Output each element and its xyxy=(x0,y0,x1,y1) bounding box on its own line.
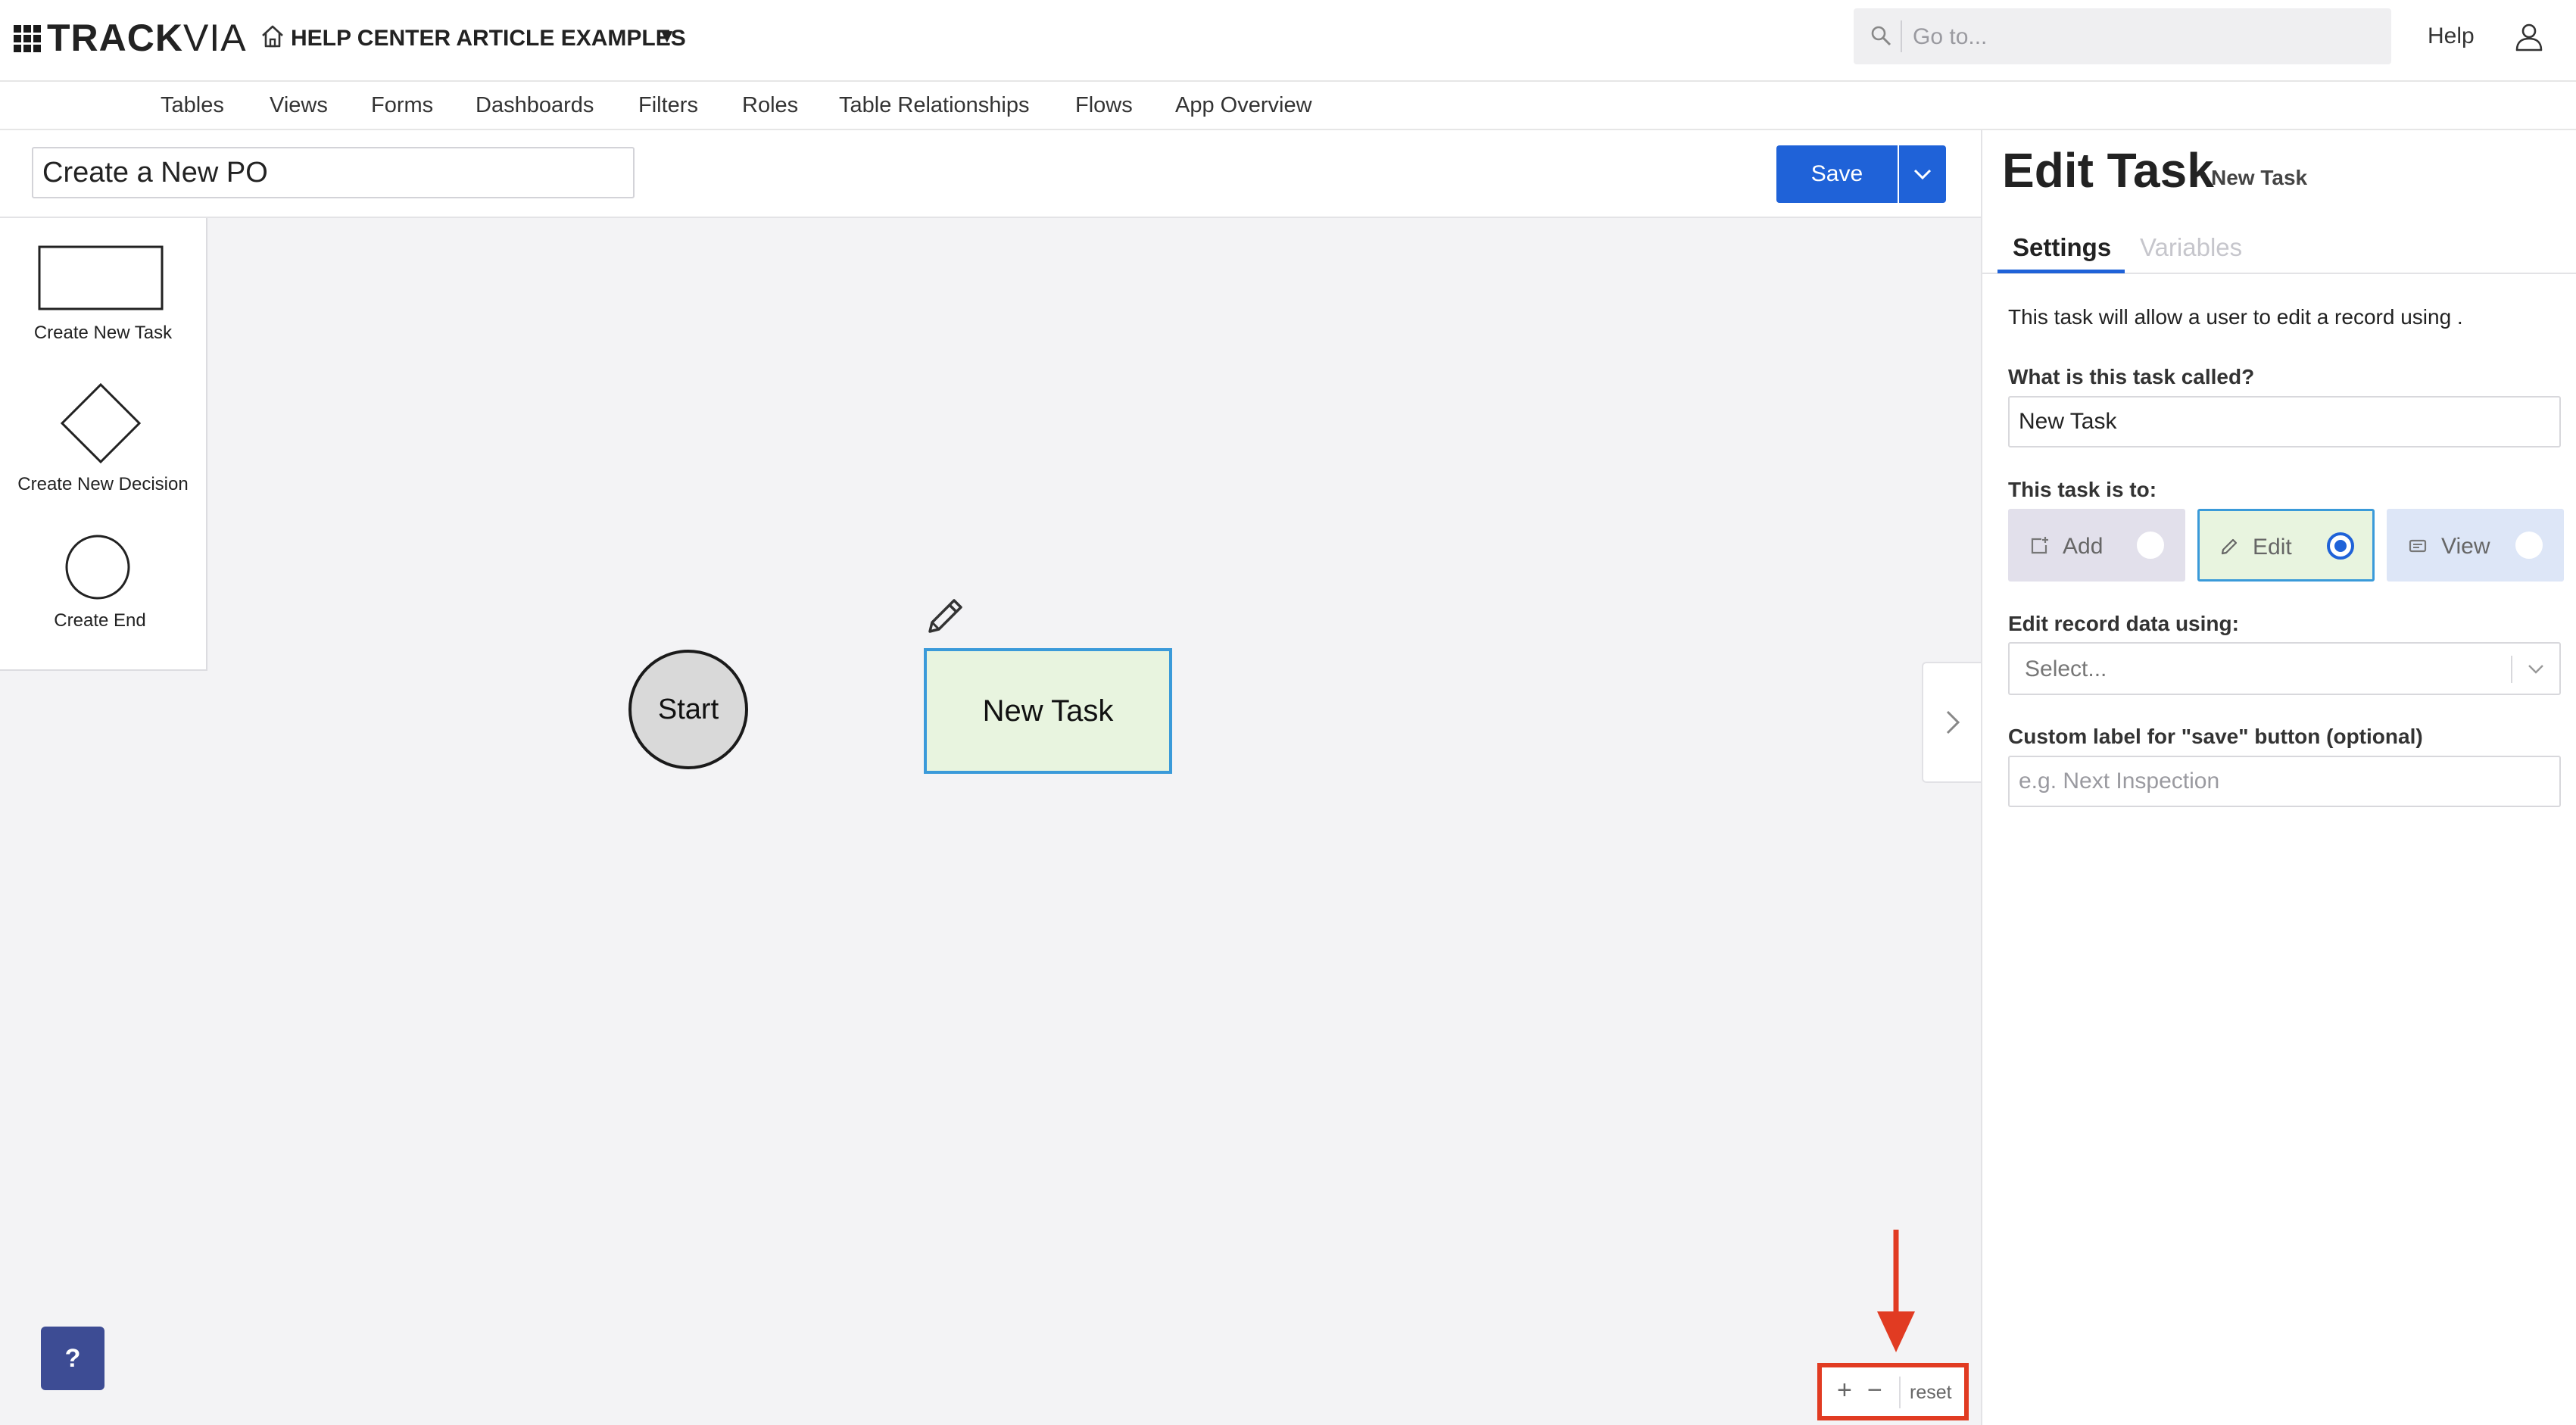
decision-shape-icon[interactable] xyxy=(59,382,142,465)
edit-radio[interactable] xyxy=(2327,532,2354,560)
zoom-in-button[interactable]: + xyxy=(1837,1375,1852,1405)
end-shape-icon[interactable] xyxy=(64,533,132,601)
tab-settings[interactable]: Settings xyxy=(2013,232,2111,263)
nav-item-app-overview[interactable]: App Overview xyxy=(1175,92,1312,118)
form-select-label: Edit record data using: xyxy=(2008,612,2239,635)
panel-title: Edit Task xyxy=(2002,143,2214,198)
shape-palette: Create New Task Create New Decision Crea… xyxy=(0,218,207,671)
tab-variables[interactable]: Variables xyxy=(2140,232,2242,263)
add-record-icon xyxy=(2031,537,2048,554)
annotation-arrow-icon xyxy=(1877,1230,1915,1352)
create-new-decision-label[interactable]: Create New Decision xyxy=(0,474,206,495)
create-end-label[interactable]: Create End xyxy=(0,610,203,631)
logo-icon xyxy=(14,25,41,52)
view-record-icon xyxy=(2409,539,2427,553)
task-type-view-option[interactable]: View xyxy=(2387,509,2564,582)
panel-subtitle: New Task xyxy=(2211,166,2308,189)
chevron-down-icon xyxy=(2528,665,2543,674)
search-icon xyxy=(1871,26,1891,46)
flow-canvas[interactable] xyxy=(0,218,1981,1425)
save-label-label: Custom label for "save" button (optional… xyxy=(2008,725,2423,748)
create-new-task-label[interactable]: Create New Task xyxy=(0,323,206,344)
zoom-controls: + − reset xyxy=(1817,1363,1969,1420)
task-shape-icon[interactable] xyxy=(38,245,164,312)
flow-toolbar: Save xyxy=(0,130,1981,218)
search-divider xyxy=(1901,20,1902,52)
app-name[interactable]: HELP CENTER ARTICLE EXAMPLES xyxy=(291,25,686,52)
search-input[interactable] xyxy=(1911,19,2369,55)
view-option-label: View xyxy=(2441,534,2490,559)
app-nav: Tables Views Forms Dashboards Filters Ro… xyxy=(0,82,2576,130)
edit-option-label: Edit xyxy=(2253,535,2292,560)
app-caret-icon[interactable]: ▼ xyxy=(657,24,677,48)
active-tab-indicator xyxy=(1997,270,2125,273)
select-divider xyxy=(2511,656,2512,683)
task-name-label: What is this task called? xyxy=(2008,365,2255,388)
start-node[interactable]: Start xyxy=(628,650,748,769)
form-select-value: Select... xyxy=(2025,656,2107,681)
nav-item-dashboards[interactable]: Dashboards xyxy=(476,92,594,118)
flow-name-input[interactable] xyxy=(32,147,635,198)
task-name-input[interactable] xyxy=(2008,396,2561,447)
add-option-label: Add xyxy=(2063,534,2104,559)
edit-record-icon xyxy=(2221,538,2238,555)
panel-toggle-button[interactable] xyxy=(1922,662,1982,783)
task-description: This task will allow a user to edit a re… xyxy=(2008,305,2463,329)
edit-task-panel: Edit Task New Task Settings Variables Th… xyxy=(1981,130,2576,1425)
nav-item-filters[interactable]: Filters xyxy=(638,92,698,118)
nav-item-roles[interactable]: Roles xyxy=(742,92,798,118)
search-box[interactable] xyxy=(1854,8,2391,64)
nav-item-forms[interactable]: Forms xyxy=(371,92,433,118)
pencil-icon[interactable] xyxy=(924,592,969,638)
save-button[interactable]: Save xyxy=(1776,145,1898,203)
user-icon[interactable] xyxy=(2512,20,2546,53)
form-select[interactable]: Select... xyxy=(2008,642,2561,695)
task-type-label: This task is to: xyxy=(2008,478,2157,501)
task-type-edit-option[interactable]: Edit xyxy=(2197,509,2375,582)
nav-item-tables[interactable]: Tables xyxy=(161,92,224,118)
zoom-out-button[interactable]: − xyxy=(1867,1375,1882,1405)
zoom-divider xyxy=(1899,1377,1901,1408)
save-options-button[interactable] xyxy=(1899,145,1946,203)
task-node[interactable]: New Task xyxy=(924,648,1172,774)
view-radio[interactable] xyxy=(2515,532,2543,559)
help-button[interactable]: ? xyxy=(41,1327,104,1390)
add-radio[interactable] xyxy=(2137,532,2164,559)
task-type-add-option[interactable]: Add xyxy=(2008,509,2185,582)
zoom-reset-button[interactable]: reset xyxy=(1910,1381,1952,1404)
home-icon[interactable] xyxy=(259,23,286,50)
nav-item-flows[interactable]: Flows xyxy=(1075,92,1133,118)
chevron-right-icon xyxy=(1946,710,1960,734)
nav-item-views[interactable]: Views xyxy=(270,92,328,118)
nav-item-table-relationships[interactable]: Table Relationships xyxy=(839,92,1029,118)
save-label-input[interactable] xyxy=(2008,756,2561,807)
top-bar: TRACKVIA HELP CENTER ARTICLE EXAMPLES ▼ … xyxy=(0,0,2576,82)
logo[interactable]: TRACKVIA xyxy=(47,17,247,59)
help-link[interactable]: Help xyxy=(2428,23,2475,50)
chevron-down-icon xyxy=(1913,169,1932,180)
